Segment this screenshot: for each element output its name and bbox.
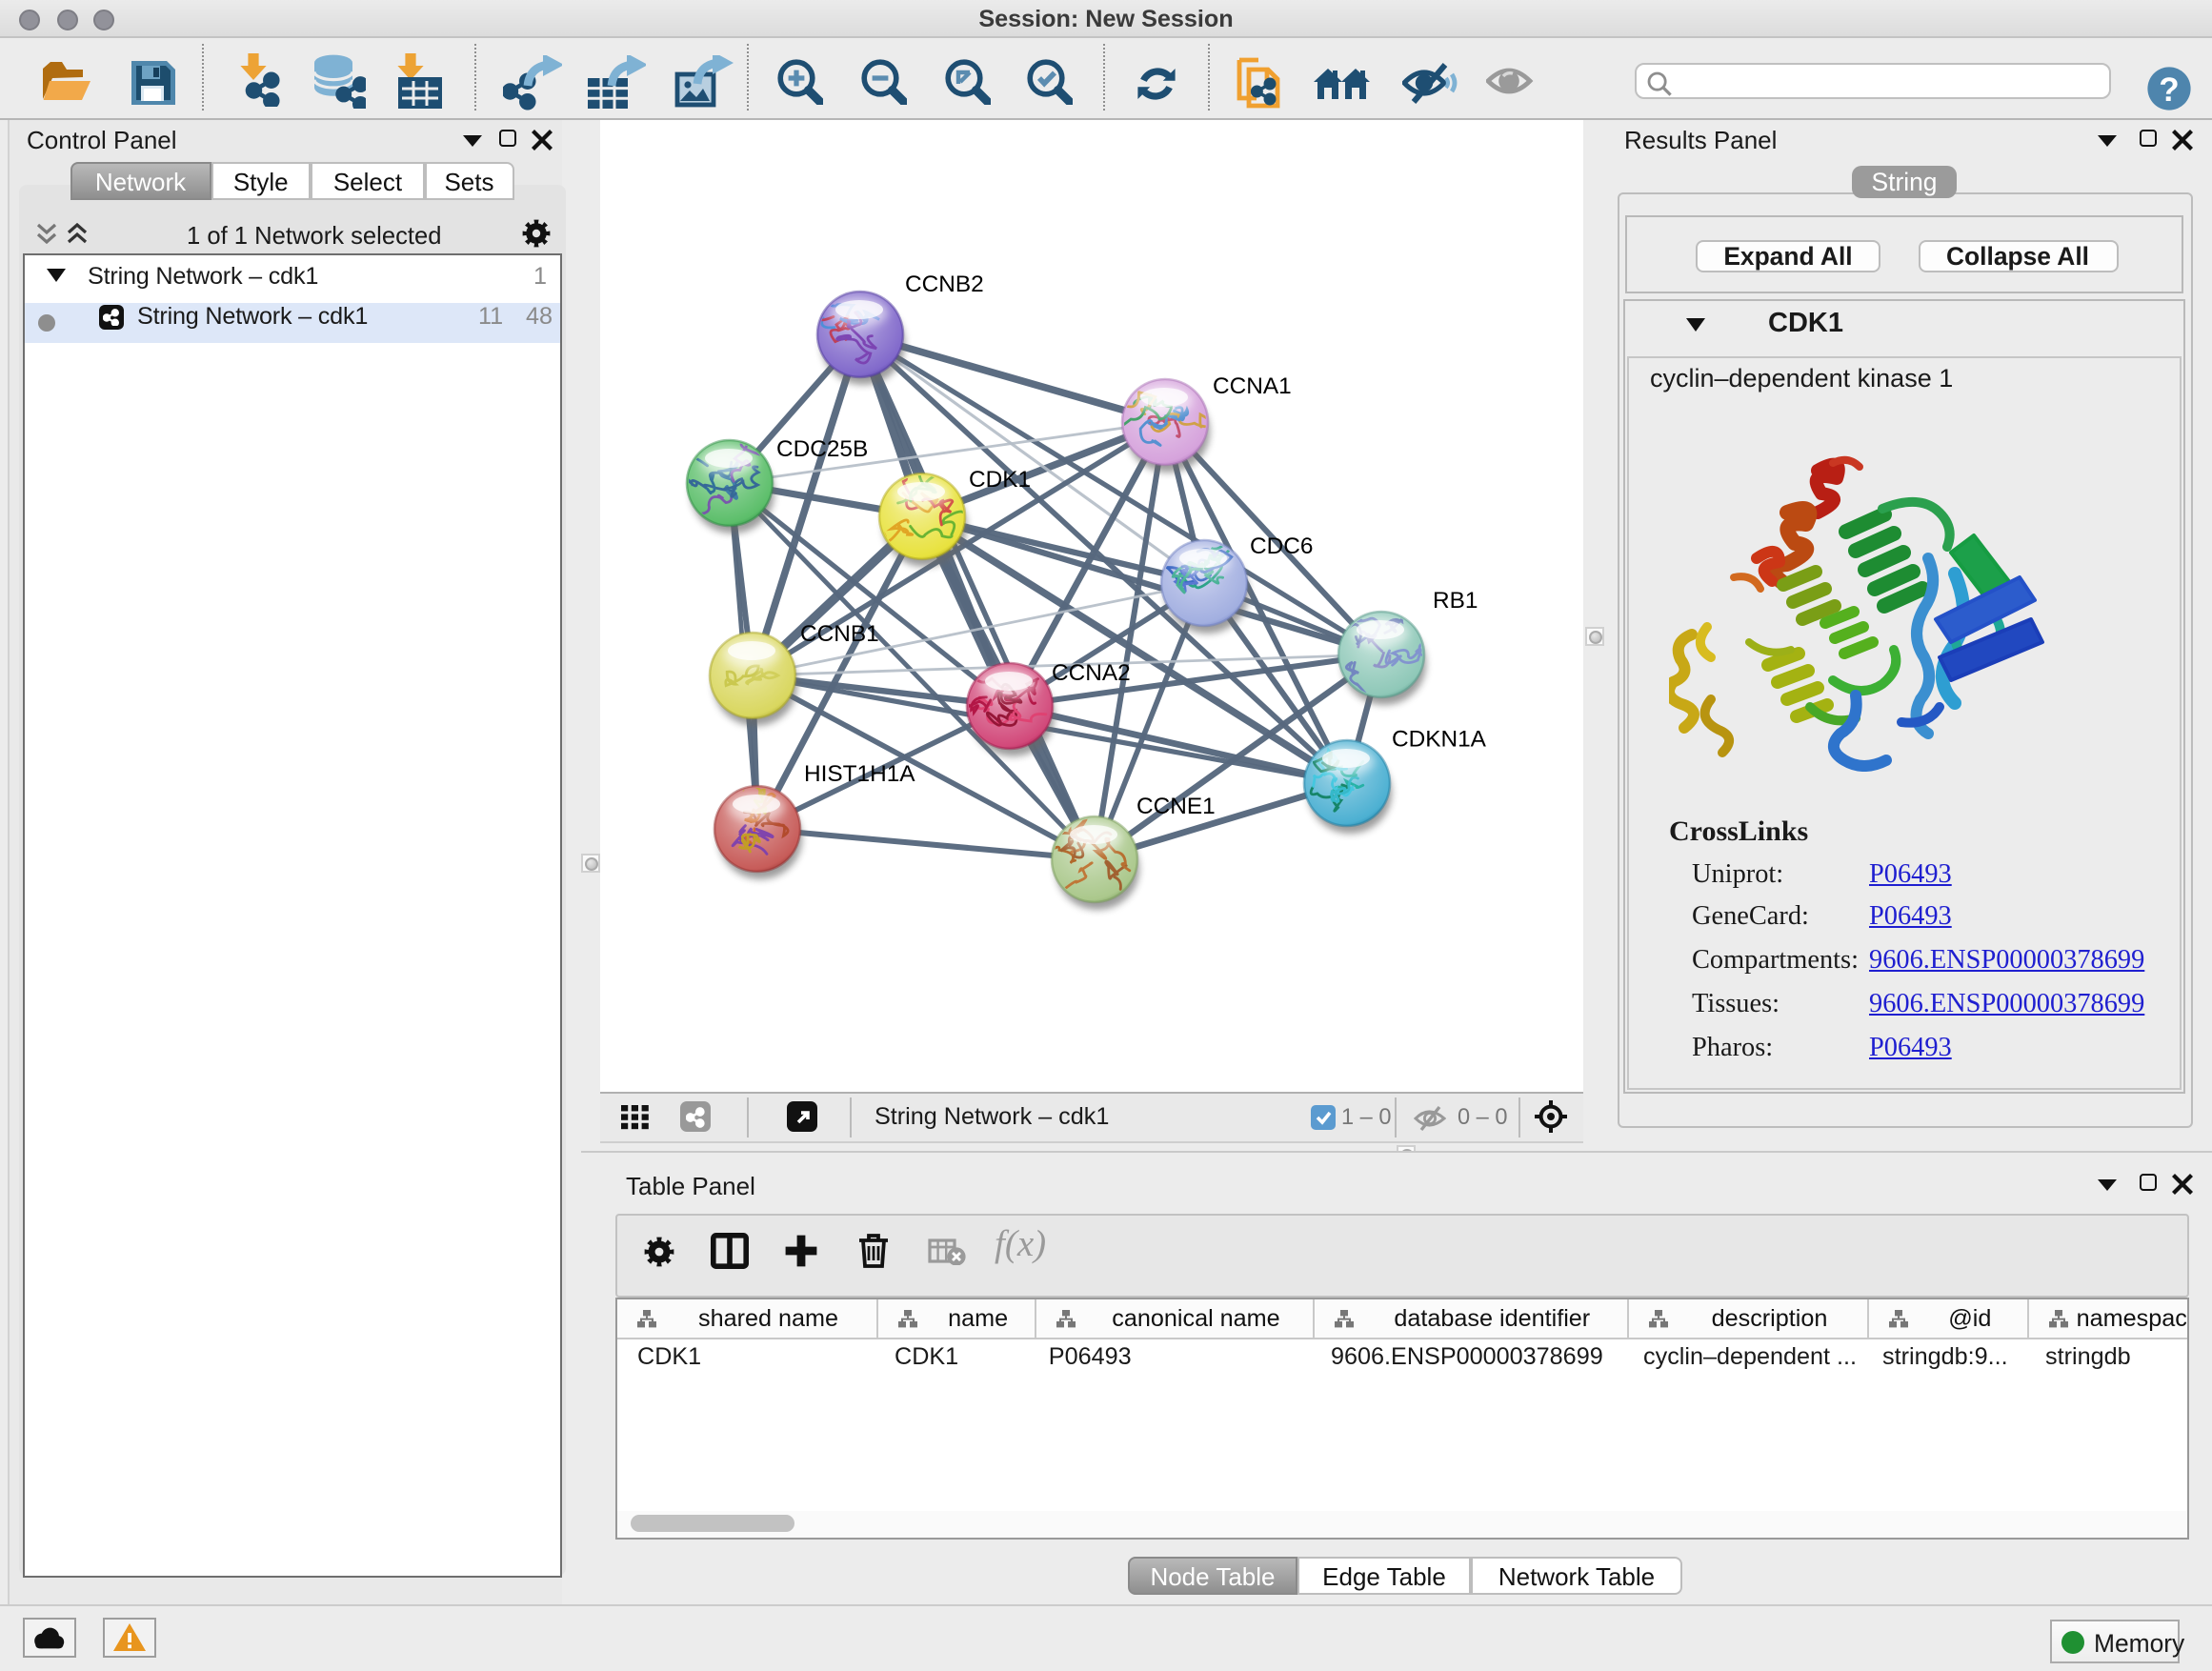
svg-text:RB1: RB1 [1433,587,1478,613]
svg-text:CDK1: CDK1 [969,466,1031,492]
svg-text:HIST1H1A: HIST1H1A [804,760,915,786]
svg-text:?: ? [2159,70,2179,108]
svg-text:CDC6: CDC6 [1250,533,1313,558]
svg-text:CCNB1: CCNB1 [800,620,879,646]
svg-text:CCNA2: CCNA2 [1052,659,1131,685]
svg-text:CDKN1A: CDKN1A [1392,725,1487,751]
svg-text:CDC25B: CDC25B [776,435,868,461]
svg-text:CCNA1: CCNA1 [1213,372,1292,398]
svg-text:CCNE1: CCNE1 [1136,793,1216,818]
svg-text:CCNB2: CCNB2 [905,271,984,296]
